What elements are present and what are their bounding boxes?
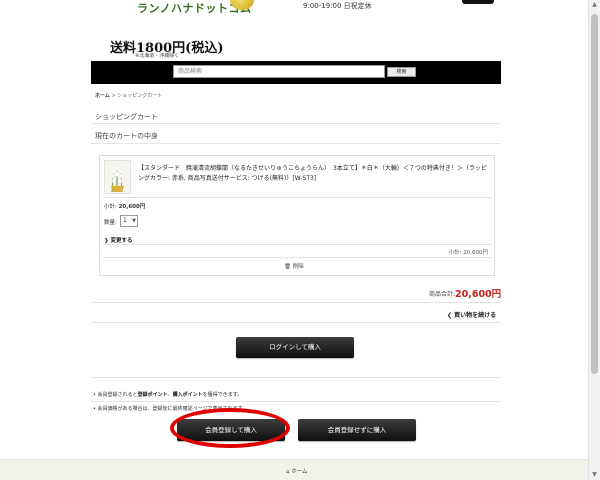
search-button[interactable]: 検索 xyxy=(387,67,416,77)
breadcrumb: ホーム > ショッピングカート xyxy=(95,92,162,99)
points-note-prefix: 会員登録されると xyxy=(97,392,138,398)
quantity-select[interactable]: 1 ▼ xyxy=(120,215,138,227)
chevron-left-icon: ❮ xyxy=(447,312,453,319)
change-quantity-link[interactable]: ❯ 変更する xyxy=(104,236,133,244)
points-note-purchase: 購入ポイント xyxy=(172,392,203,398)
delete-item-button[interactable]: 🗑 削除 xyxy=(284,262,304,270)
footer-home-link[interactable]: ⌂ ホーム xyxy=(286,467,308,475)
quantity-label: 数量: xyxy=(104,220,117,226)
divider xyxy=(91,302,501,303)
business-hours: 9:00-19:00 日祝定休 xyxy=(303,2,372,10)
home-icon: ⌂ xyxy=(286,469,290,475)
item-subtotal-summary: 小計: 20,600円 xyxy=(448,250,488,256)
divider xyxy=(91,377,501,378)
product-name-link[interactable]: 【スタンダード 暁滝清流胡蝶蘭（なるたきせいりゅうこちょうらん） 3本立て】＊白… xyxy=(138,164,488,184)
footer-home-label: ホーム xyxy=(291,469,308,475)
points-note: • 会員登録されると登録ポイント、購入ポイントを獲得できます。 xyxy=(93,391,242,398)
item-subtotal: 小計: 20,600円 xyxy=(104,202,145,210)
shipping-banner-note: ※北海道・沖縄除く xyxy=(135,53,180,59)
search-bar: 商品検索 検索 xyxy=(91,61,501,84)
divider xyxy=(91,401,501,402)
orchid-image-icon xyxy=(105,161,130,193)
item-subtotal-value: 20,600円 xyxy=(118,204,146,210)
highlight-circle xyxy=(170,408,290,448)
cart-item: 【スタンダード 暁滝清流胡蝶蘭（なるたきせいりゅうこちょうらん） 3本立て】＊白… xyxy=(99,155,495,276)
guest-purchase-button[interactable]: 会員登録せずに購入 xyxy=(298,419,416,441)
footer-nav: ⌂ ホーム xyxy=(0,459,588,480)
divider xyxy=(103,197,491,198)
points-note-registration: 登録ポイント xyxy=(137,392,168,398)
divider xyxy=(103,257,491,258)
header-cart-button[interactable] xyxy=(462,0,494,4)
quantity-value: 1 xyxy=(123,217,127,224)
scrollbar-thumb[interactable] xyxy=(591,14,598,374)
page: ランノハナドットコム 9:00-19:00 日祝定休 送料1800円(税込) ※… xyxy=(0,0,588,480)
cart-heading: 現在のカートの中身 xyxy=(95,132,158,140)
page-title: ショッピングカート xyxy=(95,113,158,121)
continue-label: 買い物を続ける xyxy=(454,312,497,319)
continue-shopping-link[interactable]: ❮ 買い物を続ける xyxy=(447,310,496,319)
scroll-up-icon[interactable]: ▲ xyxy=(590,1,599,9)
trash-icon: 🗑 xyxy=(284,264,291,270)
divider xyxy=(91,322,501,323)
breadcrumb-current: ショッピングカート xyxy=(117,93,163,99)
search-input[interactable]: 商品検索 xyxy=(173,65,385,78)
item-subtotal-label: 小計: xyxy=(104,204,117,210)
divider xyxy=(91,123,501,124)
login-purchase-button[interactable]: ログインして購入 xyxy=(236,337,354,358)
grand-total-label: 商品合計: xyxy=(429,291,456,298)
points-note-suffix: を獲得できます。 xyxy=(202,392,243,398)
breadcrumb-home-link[interactable]: ホーム xyxy=(95,93,110,99)
chevron-down-icon: ▼ xyxy=(132,218,136,224)
product-thumbnail[interactable] xyxy=(104,160,131,194)
grand-total-value: 20,600円 xyxy=(455,289,502,300)
delete-label: 削除 xyxy=(292,264,304,270)
vertical-scrollbar[interactable]: ▲ ▼ xyxy=(588,0,600,480)
divider xyxy=(91,143,501,144)
scroll-down-icon[interactable]: ▼ xyxy=(590,471,599,479)
divider xyxy=(103,244,491,245)
